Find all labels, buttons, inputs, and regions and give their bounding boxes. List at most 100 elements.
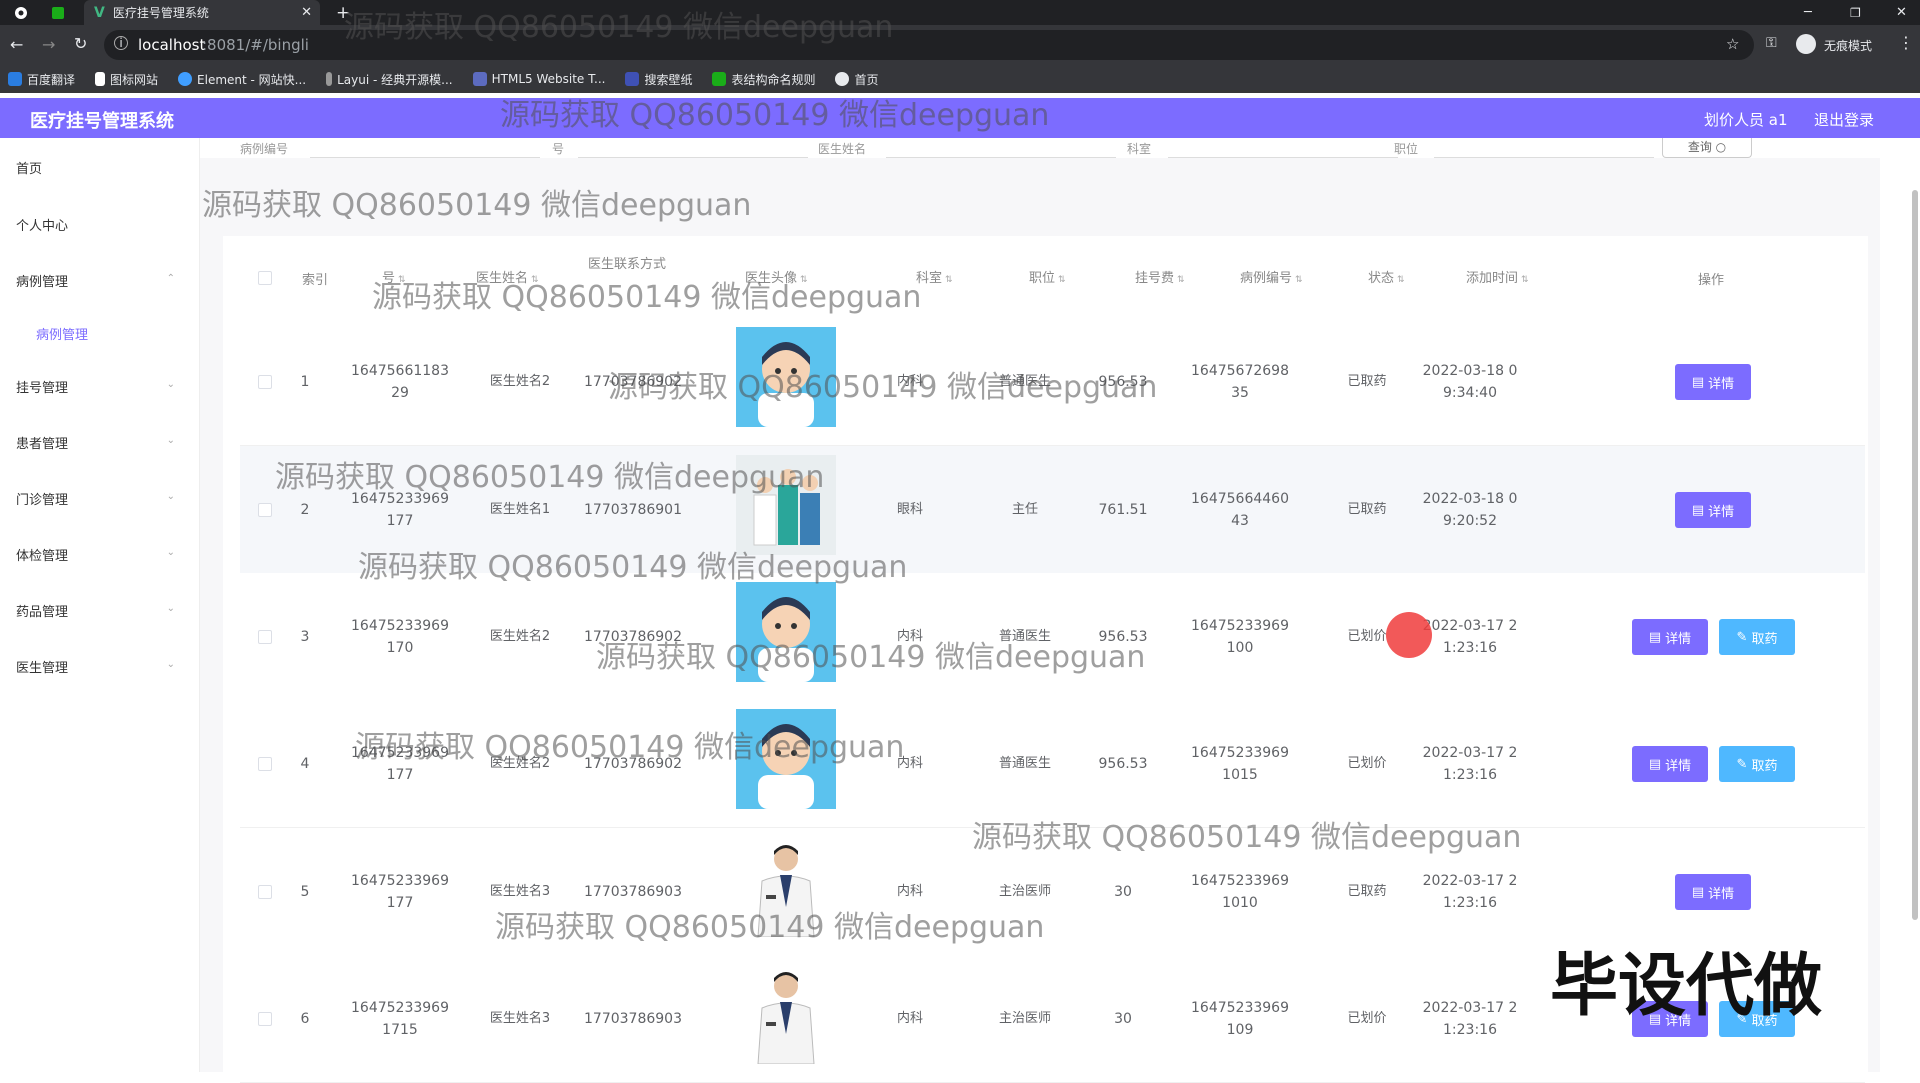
cell-add-time: 2022-03-18 0 9:20:52 [1422, 491, 1518, 529]
query-button[interactable]: 查询 ○ [1662, 138, 1752, 158]
sidebar-item-doctors[interactable]: 医生管理 [16, 657, 68, 676]
logout-link[interactable]: 退出登录 [1814, 109, 1874, 130]
pinned-tab-icon[interactable] [52, 0, 64, 25]
cell-doctor-phone: 17703786902 [584, 374, 682, 390]
cell-case-no: 16475233969 100 [1191, 618, 1289, 656]
cell-no: 16475233969 170 [351, 618, 449, 656]
edit-icon: ✎ [1736, 629, 1748, 645]
cell-no: 16475233969 177 [351, 491, 449, 529]
bookmark-item[interactable]: 百度翻译 [8, 71, 75, 88]
key-icon[interactable]: ⚿ [1766, 35, 1777, 51]
cell-index: 2 [300, 502, 310, 518]
row-checkbox[interactable] [258, 1012, 272, 1026]
restore-icon[interactable]: ❐ [1850, 0, 1861, 25]
element-icon [178, 72, 193, 86]
row-checkbox[interactable] [258, 885, 272, 899]
star-icon[interactable]: ☆ [1726, 35, 1739, 53]
dispense-button[interactable]: ✎ 取药 [1719, 619, 1795, 655]
profile-label[interactable]: 无痕模式 [1824, 37, 1872, 54]
dept-select[interactable] [1168, 138, 1398, 158]
minimize-icon[interactable]: ─ [1804, 0, 1812, 25]
sidebar-item-medicine[interactable]: 药品管理 [16, 601, 68, 620]
bookmark-item[interactable]: 搜索壁纸 [625, 71, 692, 88]
chevron-down-icon: ⌄ [166, 603, 175, 614]
cell-fee: 30 [1114, 884, 1132, 900]
chevron-down-icon: ⌄ [166, 379, 175, 390]
row-checkbox[interactable] [258, 503, 272, 517]
bookmark-item[interactable]: 图标网站 [95, 71, 158, 88]
th-add-time[interactable]: 添加时间 ⇅ [1466, 267, 1529, 286]
no-input[interactable] [578, 138, 808, 158]
cell-add-time: 2022-03-17 2 1:23:16 [1422, 873, 1518, 911]
th-no[interactable]: 号 ⇅ [382, 267, 406, 286]
reload-icon[interactable]: ↻ [74, 34, 87, 53]
position-input[interactable] [1434, 138, 1654, 158]
bookmark-item[interactable]: 首页 [835, 71, 879, 88]
table-row[interactable]: 3 16475233969 170 医生姓名2 17703786902 内科 普通医生 956… [240, 573, 1865, 701]
case-no-input[interactable] [310, 138, 540, 158]
th-status[interactable]: 状态 ⇅ [1368, 267, 1405, 286]
sidebar-item-case-management[interactable]: 病例管理 [16, 271, 68, 290]
th-doctor-name[interactable]: 医生姓名 ⇅ [476, 267, 539, 286]
back-icon[interactable]: ← [10, 35, 23, 54]
cell-dept: 内科 [896, 1011, 923, 1026]
th-doctor-avatar[interactable]: 医生头像 ⇅ [745, 267, 808, 286]
th-actions: 操作 [1698, 273, 1725, 288]
sidebar-item-patients[interactable]: 患者管理 [16, 433, 68, 452]
chrome-icon[interactable] [14, 0, 28, 25]
close-window-icon[interactable]: ✕ [1896, 0, 1907, 25]
menu-kebab-icon[interactable]: ⋮ [1898, 33, 1914, 52]
url-path: :8081/#/bingli [202, 36, 309, 54]
select-all-checkbox[interactable] [258, 271, 272, 285]
row-checkbox[interactable] [258, 757, 272, 771]
th-fee[interactable]: 挂号费 ⇅ [1135, 267, 1185, 286]
sidebar-subitem-case-management[interactable]: 病例管理 [36, 324, 88, 343]
sidebar-item-home[interactable]: 首页 [16, 158, 42, 177]
cell-index: 6 [300, 1011, 310, 1027]
cell-no: 16475233969 177 [351, 745, 449, 783]
cell-case-no: 16475233969 1015 [1191, 745, 1289, 783]
chevron-down-icon: ⌄ [166, 435, 175, 446]
bookmark-item[interactable]: Layui - 经典开源模... [326, 71, 453, 88]
th-index: 索引 [302, 273, 329, 288]
cell-position: 普通医生 [998, 629, 1051, 644]
bookmark-item[interactable]: HTML5 Website T... [472, 72, 605, 86]
doctor-name-input[interactable] [886, 138, 1116, 158]
detail-button[interactable]: ▤ 详情 [1675, 492, 1751, 528]
table-row[interactable]: 1 16475661183 29 医生姓名2 17703786902 内科 普通医生 956.… [240, 318, 1865, 446]
edit-icon: ✎ [1736, 756, 1748, 772]
cell-position: 主治医师 [998, 884, 1051, 899]
cell-status: 已划价 [1347, 1011, 1387, 1026]
row-checkbox[interactable] [258, 375, 272, 389]
bookmark-item[interactable]: 表结构命名规则 [712, 71, 815, 88]
active-tab[interactable]: V 医疗挂号管理系统 ✕ [84, 0, 320, 25]
table-row[interactable]: 4 16475233969 177 医生姓名2 17703786902 内科 普通医生 956… [240, 700, 1865, 828]
new-tab-button[interactable]: + [336, 0, 350, 25]
cell-doctor-phone: 17703786902 [584, 629, 682, 645]
dispense-button[interactable]: ✎ 取药 [1719, 746, 1795, 782]
sidebar-item-outpatient[interactable]: 门诊管理 [16, 489, 68, 508]
sidebar-item-registration[interactable]: 挂号管理 [16, 377, 68, 396]
th-dept[interactable]: 科室 ⇅ [916, 267, 953, 286]
cell-position: 主任 [1011, 502, 1038, 517]
app-header: 医疗挂号管理系统 划价人员 a1 退出登录 [0, 98, 1920, 138]
table-row[interactable]: 2 16475233969 177 医生姓名1 17703786901 眼科 主任 761.5… [240, 446, 1865, 574]
th-position[interactable]: 职位 ⇅ [1029, 267, 1066, 286]
close-tab-icon[interactable]: ✕ [301, 5, 312, 20]
detail-button[interactable]: ▤ 详情 [1675, 874, 1751, 910]
detail-button[interactable]: ▤ 详情 [1632, 619, 1708, 655]
scrollbar[interactable] [1912, 190, 1918, 920]
bookmark-item[interactable]: Element - 网站快... [178, 71, 306, 88]
cell-index: 3 [300, 629, 310, 645]
detail-button[interactable]: ▤ 详情 [1675, 364, 1751, 400]
th-case-no[interactable]: 病例编号 ⇅ [1240, 267, 1303, 286]
info-icon[interactable]: i [114, 36, 128, 50]
incognito-icon [1796, 34, 1816, 54]
cell-position: 主治医师 [998, 1011, 1051, 1026]
row-checkbox[interactable] [258, 630, 272, 644]
url-field[interactable]: i localhost :8081/#/bingli ☆ [104, 30, 1754, 60]
detail-button[interactable]: ▤ 详情 [1632, 746, 1708, 782]
forward-icon[interactable]: → [42, 35, 55, 54]
sidebar-item-profile[interactable]: 个人中心 [16, 215, 68, 234]
sidebar-item-checkup[interactable]: 体检管理 [16, 545, 68, 564]
